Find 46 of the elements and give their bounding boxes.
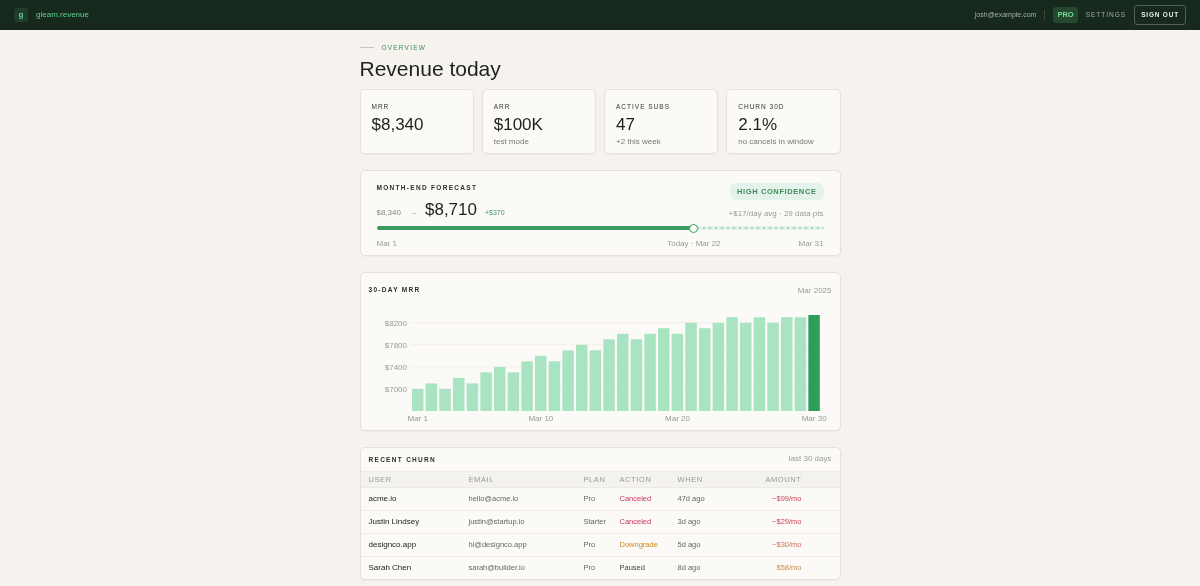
mrr-bar (589, 350, 601, 411)
user-name: Justin Lindsey (368, 515, 421, 528)
mrr-bar (561, 350, 574, 411)
projected-mrr: $8,710 (424, 198, 477, 221)
mrr-bar (630, 339, 642, 411)
kpi-value: 2.1% (738, 115, 778, 135)
mrr-bar (548, 361, 560, 411)
mrr-bar (493, 366, 505, 411)
mrr-bar (520, 361, 533, 411)
brand-name[interactable]: gleam.revenue (36, 9, 89, 21)
kpi-value: $8,340 (371, 115, 425, 135)
y-axis-label: $7800 (384, 340, 407, 350)
x-axis-label: Mar 30 (801, 413, 827, 423)
kpi-note: +2 this week (616, 136, 662, 149)
axis-label: Today · Mar 22 (667, 238, 721, 251)
current-mrr: $8,340 (376, 206, 401, 219)
mrr-bar (507, 372, 519, 411)
mrr-bar (411, 388, 423, 411)
page-title: Revenue today (359, 55, 502, 81)
x-axis-label: Mar 10 (527, 413, 553, 423)
forecast-detail: +$17/day avg · 29 data pts (728, 208, 824, 221)
y-axis-label: $7000 (384, 384, 407, 394)
kpi-value: 47 (616, 115, 636, 135)
mrr-bar (425, 383, 437, 411)
x-axis-label: Mar 1 (407, 413, 428, 423)
mrr-bar (466, 383, 478, 411)
kpi-note: no cancels in window (738, 136, 815, 149)
y-axis-label: $8200 (384, 318, 407, 328)
user-name: Sarah Chen (368, 561, 413, 574)
user-name: acme.io (368, 492, 398, 505)
user-name: designco.app (368, 538, 418, 551)
today-marker-icon (689, 223, 699, 233)
y-axis-label: $7400 (384, 362, 407, 372)
mrr-bar (602, 339, 615, 411)
kpi-note: test mode (493, 136, 530, 149)
axis-label: Mar 31 (798, 238, 824, 251)
x-axis-label: Mar 20 (664, 413, 690, 423)
mrr-bar (479, 372, 492, 411)
kpi-value: $100K (493, 115, 544, 135)
axis-label: Mar 1 (376, 238, 397, 251)
logo-icon: g (14, 8, 28, 22)
chart-period: Mar 2025 (797, 284, 832, 297)
table-period: last 30 days (788, 453, 832, 466)
mrr-bar (534, 355, 546, 411)
mrr-bar (575, 344, 587, 411)
arrow-glyph: → (408, 206, 417, 219)
